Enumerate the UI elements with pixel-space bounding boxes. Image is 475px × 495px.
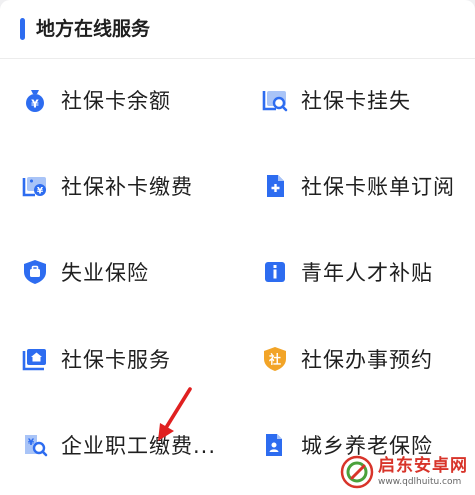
service-label: 社保补卡缴费 xyxy=(61,175,193,199)
watermark-logo-icon xyxy=(340,455,374,489)
watermark: 启东安卓网 www.qdlhuitu.com xyxy=(340,452,472,492)
money-bag-icon: ¥ xyxy=(22,87,48,113)
section-title: 地方在线服务 xyxy=(36,18,151,40)
watermark-title: 启东安卓网 xyxy=(378,455,468,476)
card-search-icon xyxy=(262,87,288,113)
online-services-card: 地方在线服务 ¥ 社保卡余额 社保卡挂失 ¥ 社保补卡缴费 社保卡账单订阅 失业… xyxy=(0,0,475,495)
service-social-card-loss-report[interactable]: 社保卡挂失 xyxy=(262,78,475,122)
shield-briefcase-icon xyxy=(22,259,48,285)
service-enterprise-employee-payment[interactable]: ¥ 企业职工缴费... xyxy=(22,423,242,467)
document-person-icon xyxy=(262,432,288,458)
service-label: 社保卡服务 xyxy=(61,348,171,372)
section-accent-bar xyxy=(20,18,25,40)
service-youth-talent-subsidy[interactable]: 青年人才补贴 xyxy=(262,250,475,294)
card-payment-icon: ¥ xyxy=(22,173,48,199)
shield-she-icon: 社 xyxy=(262,346,288,372)
service-label: 社保卡挂失 xyxy=(301,89,411,113)
service-social-card-service[interactable]: 社保卡服务 xyxy=(22,337,242,381)
service-social-card-balance[interactable]: ¥ 社保卡余额 xyxy=(22,78,242,122)
svg-text:¥: ¥ xyxy=(31,98,39,111)
annotation-arrow-icon xyxy=(158,387,192,441)
svg-text:社: 社 xyxy=(268,352,281,367)
info-icon xyxy=(262,259,288,285)
money-search-icon: ¥ xyxy=(22,432,48,458)
service-label: 社保卡账单订阅 xyxy=(301,175,455,199)
card-home-icon xyxy=(22,346,48,372)
service-label: 社保办事预约 xyxy=(301,348,433,372)
service-label: 失业保险 xyxy=(61,261,149,285)
service-appointment-booking[interactable]: 社 社保办事预约 xyxy=(262,337,475,381)
service-label: 青年人才补贴 xyxy=(301,261,433,285)
document-add-icon xyxy=(262,173,288,199)
watermark-url: www.qdlhuitu.com xyxy=(378,476,462,487)
svg-text:¥: ¥ xyxy=(37,187,44,197)
service-label: 社保卡余额 xyxy=(61,89,171,113)
service-card-bill-subscription[interactable]: 社保卡账单订阅 xyxy=(262,164,475,208)
service-unemployment-insurance[interactable]: 失业保险 xyxy=(22,250,242,294)
section-header: 地方在线服务 xyxy=(0,0,475,59)
service-card-reissue-payment[interactable]: ¥ 社保补卡缴费 xyxy=(22,164,242,208)
